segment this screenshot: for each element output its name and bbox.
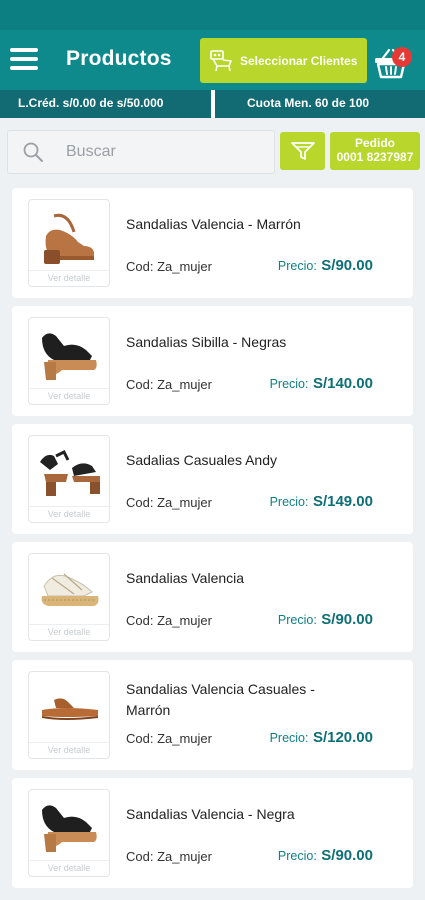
product-card[interactable]: Ver detalle Sandalias Valencia - Negra C… (12, 778, 413, 888)
search-box[interactable] (7, 130, 275, 174)
black-strap-heel-sandal-icon (40, 449, 100, 496)
product-image[interactable]: Ver detalle (28, 671, 110, 759)
product-image[interactable]: Ver detalle (28, 317, 110, 405)
price-value: S/120.00 (312, 729, 373, 746)
product-code: Cod: Za_mujer (126, 731, 212, 746)
price-label: Precio: (277, 613, 317, 627)
white-espadrille-sandal-icon (41, 573, 99, 606)
search-input[interactable] (66, 143, 256, 161)
price-value: S/90.00 (321, 847, 373, 864)
product-code: Cod: Za_mujer (126, 259, 212, 274)
brown-flat-thong-sandal-icon (42, 698, 98, 720)
select-clients-label: Seleccionar Clientes (240, 53, 358, 68)
menu-icon[interactable] (10, 48, 38, 72)
price-label: Precio: (277, 259, 317, 273)
product-card[interactable]: Ver detalle Sandalias Sibilla - Negras C… (12, 306, 413, 416)
product-price: Precio: S/120.00 (270, 729, 373, 747)
price-value: S/140.00 (312, 375, 373, 392)
quota-text: Cuota Men. 60 de 100 (247, 96, 370, 110)
account-info-bar: L.Créd. s/0.00 de s/50.000 Cuota Men. 60… (0, 90, 425, 118)
info-divider (211, 90, 215, 118)
product-list: Ver detalle Sandalias Valencia - Marrón … (12, 188, 413, 896)
product-name: Sandalias Sibilla - Negras (126, 334, 287, 350)
product-code: Cod: Za_mujer (126, 377, 212, 392)
product-price: Precio: S/90.00 (278, 611, 373, 629)
view-detail-label[interactable]: Ver detalle (29, 270, 109, 286)
black-wedge-sandal-icon (42, 333, 97, 380)
select-clients-button[interactable]: Seleccionar Clientes (200, 38, 367, 83)
product-price: Precio: S/149.00 (270, 493, 373, 511)
product-image[interactable]: Ver detalle (28, 199, 110, 287)
filter-button[interactable] (280, 132, 325, 170)
product-card[interactable]: Ver detalle Sandalias Valencia - Marrón … (12, 188, 413, 298)
product-code: Cod: Za_mujer (126, 849, 212, 864)
cart-count-badge: 4 (392, 47, 412, 67)
product-card[interactable]: Ver detalle Sandalias Valencia Casuales … (12, 660, 413, 770)
filter-icon (290, 142, 315, 160)
product-price: Precio: S/90.00 (278, 257, 373, 275)
order-button[interactable]: Pedido 0001 8237987 (330, 132, 420, 170)
product-code: Cod: Za_mujer (126, 495, 212, 510)
price-label: Precio: (277, 849, 317, 863)
product-card[interactable]: Ver detalle Sandalias Valencia Cod: Za_m… (12, 542, 413, 652)
view-detail-label[interactable]: Ver detalle (29, 742, 109, 758)
app-bar: Productos Seleccionar Clientes 4 (0, 30, 425, 90)
product-price: Precio: S/140.00 (270, 375, 373, 393)
product-card[interactable]: Ver detalle Sadalias Casuales Andy Cod: … (12, 424, 413, 534)
price-value: S/149.00 (312, 493, 373, 510)
product-image[interactable]: Ver detalle (28, 435, 110, 523)
price-value: S/90.00 (321, 257, 373, 274)
view-detail-label[interactable]: Ver detalle (29, 624, 109, 640)
tan-platform-sandal-icon (44, 213, 94, 264)
page-title: Productos (66, 47, 172, 70)
view-detail-label[interactable]: Ver detalle (29, 388, 109, 404)
clients-icon (210, 49, 232, 71)
price-label: Precio: (269, 731, 309, 745)
black-wedge-sandal-icon (42, 805, 97, 852)
price-value: S/90.00 (321, 611, 373, 628)
price-label: Precio: (269, 495, 309, 509)
status-bar (0, 0, 425, 30)
product-name: Sandalias Valencia Casuales - Marrón (126, 681, 315, 718)
product-price: Precio: S/90.00 (278, 847, 373, 865)
view-detail-label[interactable]: Ver detalle (29, 506, 109, 522)
product-name: Sandalias Valencia - Negra (126, 806, 295, 822)
search-toolbar: Pedido 0001 8237987 (0, 118, 425, 178)
product-code: Cod: Za_mujer (126, 613, 212, 628)
product-image[interactable]: Ver detalle (28, 553, 110, 641)
product-image[interactable]: Ver detalle (28, 789, 110, 877)
product-name: Sandalias Valencia (126, 570, 245, 586)
product-name: Sadalias Casuales Andy (126, 452, 277, 468)
credit-line-text: L.Créd. s/0.00 de s/50.000 (18, 96, 164, 110)
view-detail-label[interactable]: Ver detalle (29, 860, 109, 876)
product-name: Sandalias Valencia - Marrón (126, 216, 301, 232)
search-icon (23, 142, 43, 162)
order-number: 0001 8237987 (336, 150, 414, 164)
price-label: Precio: (269, 377, 309, 391)
order-label: Pedido (354, 136, 395, 150)
